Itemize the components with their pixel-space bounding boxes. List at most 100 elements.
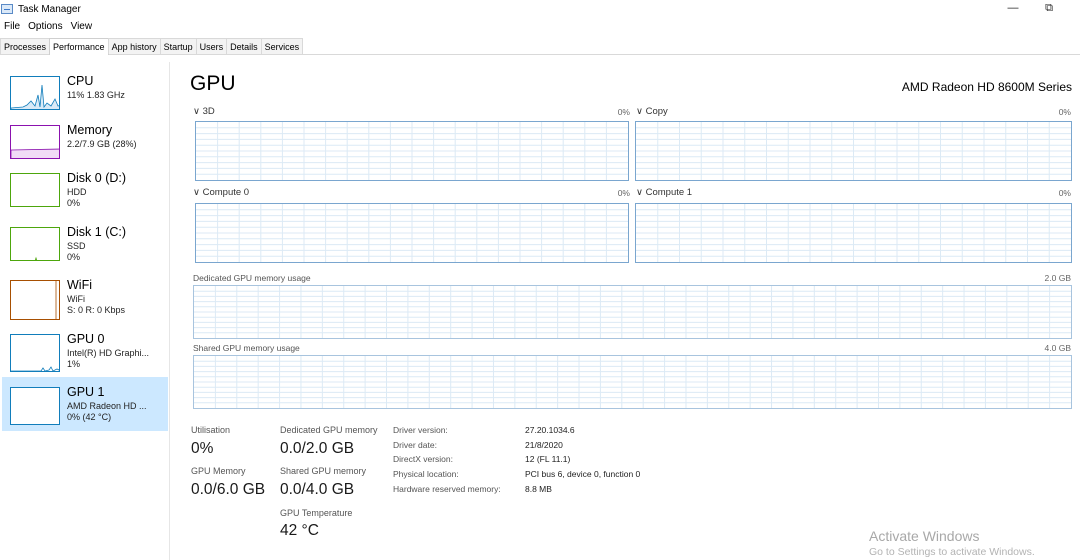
utilisation-label: Utilisation: [191, 425, 231, 435]
maximize-button[interactable]: ⧉: [1034, 0, 1064, 18]
sidebar-item-detail: 11% 1.83 GHz: [67, 90, 125, 100]
graph-grid: [194, 356, 1071, 408]
tab-startup[interactable]: Startup: [159, 38, 197, 54]
dedicated-memory-graph: [193, 285, 1072, 339]
sidebar-item-memory[interactable]: Memory 2.2/7.9 GB (28%): [2, 115, 168, 169]
activate-windows-hint: Go to Settings to activate Windows.: [869, 546, 1035, 558]
engine-selector-compute-0[interactable]: ∨ Compute 0: [193, 187, 249, 198]
sidebar-item-detail: WiFi: [67, 294, 85, 304]
sidebar-item-detail: SSD: [67, 241, 86, 251]
shared-memory-value: 0.0/4.0 GB: [280, 481, 355, 498]
gpu-model-name: AMD Radeon HD 8600M Series: [901, 80, 1072, 94]
reserved-memory-key: Hardware reserved memory:: [393, 484, 501, 494]
wifi-thumbnail-graph: [10, 280, 60, 320]
resource-sidebar: CPU 11% 1.83 GHz Memory 2.2/7.9 GB (28%)…: [0, 62, 170, 560]
utilisation-value: 0%: [191, 440, 214, 457]
driver-date-key: Driver date:: [393, 440, 437, 450]
dedicated-memory-label: Dedicated GPU memory: [280, 425, 378, 435]
page-title: GPU: [190, 72, 236, 95]
menu-bar: File Options View: [0, 18, 96, 34]
graph-grid: [194, 286, 1071, 338]
graph-grid: [196, 204, 628, 262]
menu-options[interactable]: Options: [24, 21, 66, 32]
sidebar-item-gpu-1[interactable]: GPU 1 AMD Radeon HD ... 0% (42 °C): [2, 377, 168, 431]
minimize-button[interactable]: —: [998, 0, 1028, 18]
sidebar-item-title: Disk 1 (C:): [67, 225, 127, 239]
physical-location-key: Physical location:: [393, 469, 459, 479]
tab-details[interactable]: Details: [226, 38, 262, 54]
title-bar: Task Manager — ⧉: [0, 0, 1080, 18]
tab-app-history[interactable]: App history: [107, 38, 161, 54]
directx-version-value: 12 (FL 11.1): [525, 454, 571, 464]
driver-version-value: 27.20.1034.6: [525, 425, 575, 435]
menu-file[interactable]: File: [0, 21, 24, 32]
dedicated-memory-value: 0.0/2.0 GB: [280, 440, 355, 457]
sidebar-item-disk-1[interactable]: Disk 1 (C:) SSD 0%: [2, 217, 168, 271]
reserved-memory-value: 8.8 MB: [525, 484, 552, 494]
graph-grid: [196, 122, 628, 180]
sidebar-item-title: GPU 1: [67, 385, 105, 399]
sidebar-item-cpu[interactable]: CPU 11% 1.83 GHz: [2, 66, 168, 120]
sidebar-item-title: WiFi: [67, 278, 92, 292]
engine-name: Compute 1: [645, 187, 693, 198]
driver-date-value: 21/8/2020: [525, 440, 563, 450]
sidebar-item-gpu-0[interactable]: GPU 0 Intel(R) HD Graphi... 1%: [2, 324, 168, 378]
engine-name: Compute 0: [202, 187, 250, 198]
tab-services[interactable]: Services: [260, 38, 304, 54]
shared-memory-label: Shared GPU memory: [280, 466, 367, 476]
sidebar-item-detail: HDD: [67, 187, 87, 197]
chevron-down-icon: ∨: [193, 106, 200, 117]
graph-grid: [636, 204, 1071, 262]
sidebar-item-title: Disk 0 (D:): [67, 171, 127, 185]
menu-view[interactable]: View: [67, 21, 97, 32]
tab-processes[interactable]: Processes: [0, 38, 51, 54]
task-manager-icon: [1, 4, 13, 14]
window-title: Task Manager: [18, 3, 81, 15]
sidebar-item-detail: 1%: [67, 359, 81, 369]
engine-graph-compute-1: [635, 203, 1072, 263]
engine-name: 3D: [202, 106, 215, 117]
chevron-down-icon: ∨: [193, 187, 200, 198]
engine-percent: 0%: [617, 188, 630, 198]
engine-selector-3d[interactable]: ∨ 3D: [193, 106, 215, 117]
directx-version-key: DirectX version:: [393, 454, 453, 464]
shared-memory-chart-max: 4.0 GB: [1044, 343, 1071, 353]
sidebar-item-detail: 0%: [67, 198, 81, 208]
chevron-down-icon: ∨: [636, 106, 643, 117]
engine-selector-compute-1[interactable]: ∨ Compute 1: [636, 187, 692, 198]
chevron-down-icon: ∨: [636, 187, 643, 198]
sidebar-item-disk-0[interactable]: Disk 0 (D:) HDD 0%: [2, 163, 168, 217]
gpu-temperature-value: 42 °C: [280, 522, 319, 539]
disk-thumbnail-graph: [10, 227, 60, 261]
gpu-thumbnail-graph: [10, 387, 60, 425]
dedicated-memory-chart-max: 2.0 GB: [1044, 273, 1071, 283]
engine-graph-compute-0: [195, 203, 629, 263]
sidebar-item-title: CPU: [67, 74, 94, 88]
shared-memory-chart-label: Shared GPU memory usage: [193, 343, 300, 353]
memory-thumbnail-graph: [10, 125, 60, 159]
sidebar-item-detail: 2.2/7.9 GB (28%): [67, 139, 137, 149]
sidebar-item-detail: 0%: [67, 252, 81, 262]
engine-percent: 0%: [617, 107, 630, 117]
graph-grid: [636, 122, 1071, 180]
tab-bar: Processes Performance App history Startu…: [0, 38, 1080, 55]
gpu-detail-panel: GPU AMD Radeon HD 8600M Series ∨ 3D 0% ∨…: [170, 62, 1080, 560]
cpu-thumbnail-graph: [10, 76, 60, 110]
activate-windows-watermark: Activate Windows: [869, 528, 980, 544]
gpu-memory-label: GPU Memory: [191, 466, 246, 476]
driver-version-key: Driver version:: [393, 425, 448, 435]
sidebar-item-detail: 0% (42 °C): [67, 412, 112, 422]
gpu-thumbnail-graph: [10, 334, 60, 372]
tab-users[interactable]: Users: [195, 38, 228, 54]
physical-location-value: PCI bus 6, device 0, function 0: [525, 469, 641, 479]
shared-memory-graph: [193, 355, 1072, 409]
sidebar-item-detail: AMD Radeon HD ...: [67, 401, 147, 411]
sidebar-item-wifi[interactable]: WiFi WiFi S: 0 R: 0 Kbps: [2, 270, 168, 324]
engine-graph-3d: [195, 121, 629, 181]
engine-graph-copy: [635, 121, 1072, 181]
sidebar-item-title: Memory: [67, 123, 113, 137]
gpu-memory-value: 0.0/6.0 GB: [191, 481, 266, 498]
tab-performance[interactable]: Performance: [49, 38, 109, 55]
engine-selector-copy[interactable]: ∨ Copy: [636, 106, 668, 117]
disk-thumbnail-graph: [10, 173, 60, 207]
